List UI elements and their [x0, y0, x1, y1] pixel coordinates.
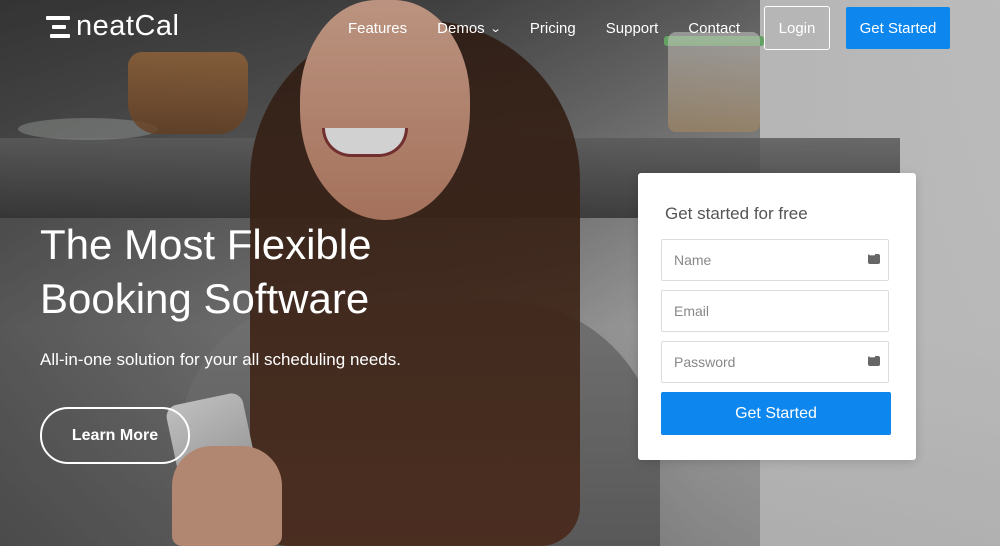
nav-support-link[interactable]: Support [606, 20, 659, 37]
password-field[interactable] [661, 341, 889, 383]
nav-demos-link[interactable]: Demos ⌄ [437, 19, 502, 37]
nav-contact-label: Contact [688, 19, 740, 37]
email-field[interactable] [661, 290, 889, 332]
brand-name: neatCal [76, 10, 180, 42]
nav-get-started-button[interactable]: Get Started [846, 7, 950, 49]
login-button[interactable]: Login [764, 6, 830, 50]
logo-mark-icon [46, 15, 70, 38]
name-input[interactable] [662, 240, 888, 280]
brand-logo[interactable]: neatCal [46, 10, 179, 43]
nav-contact-link[interactable]: Contact [688, 20, 740, 37]
chevron-down-icon: ⌄ [489, 22, 502, 35]
signup-title: Get started for free [665, 204, 808, 223]
main-navigation: Features Demos ⌄ Pricing Support Contact … [318, 6, 950, 50]
password-input[interactable] [662, 342, 888, 382]
hero-headline-line-2: Booking Software [40, 275, 370, 322]
nav-pricing-label: Pricing [529, 19, 576, 37]
nav-demos-label: Demos [437, 19, 485, 37]
hero-subheadline: All-in-one solution for your all schedul… [40, 350, 401, 369]
name-field[interactable] [661, 239, 889, 281]
nav-features-link[interactable]: Features [348, 20, 407, 37]
email-input[interactable] [662, 291, 888, 331]
password-manager-icon[interactable] [868, 250, 880, 264]
password-manager-icon[interactable] [868, 352, 880, 366]
hero-headline: The Most Flexible Booking Software [40, 218, 500, 326]
nav-pricing-link[interactable]: Pricing [530, 20, 576, 37]
hero-headline-line-1: The Most Flexible [40, 221, 372, 268]
nav-support-label: Support [605, 19, 659, 37]
signup-submit-button[interactable]: Get Started [661, 392, 891, 435]
nav-features-label: Features [347, 19, 408, 37]
signup-card: Get started for free Get Started [638, 173, 916, 460]
learn-more-button[interactable]: Learn More [40, 407, 190, 464]
